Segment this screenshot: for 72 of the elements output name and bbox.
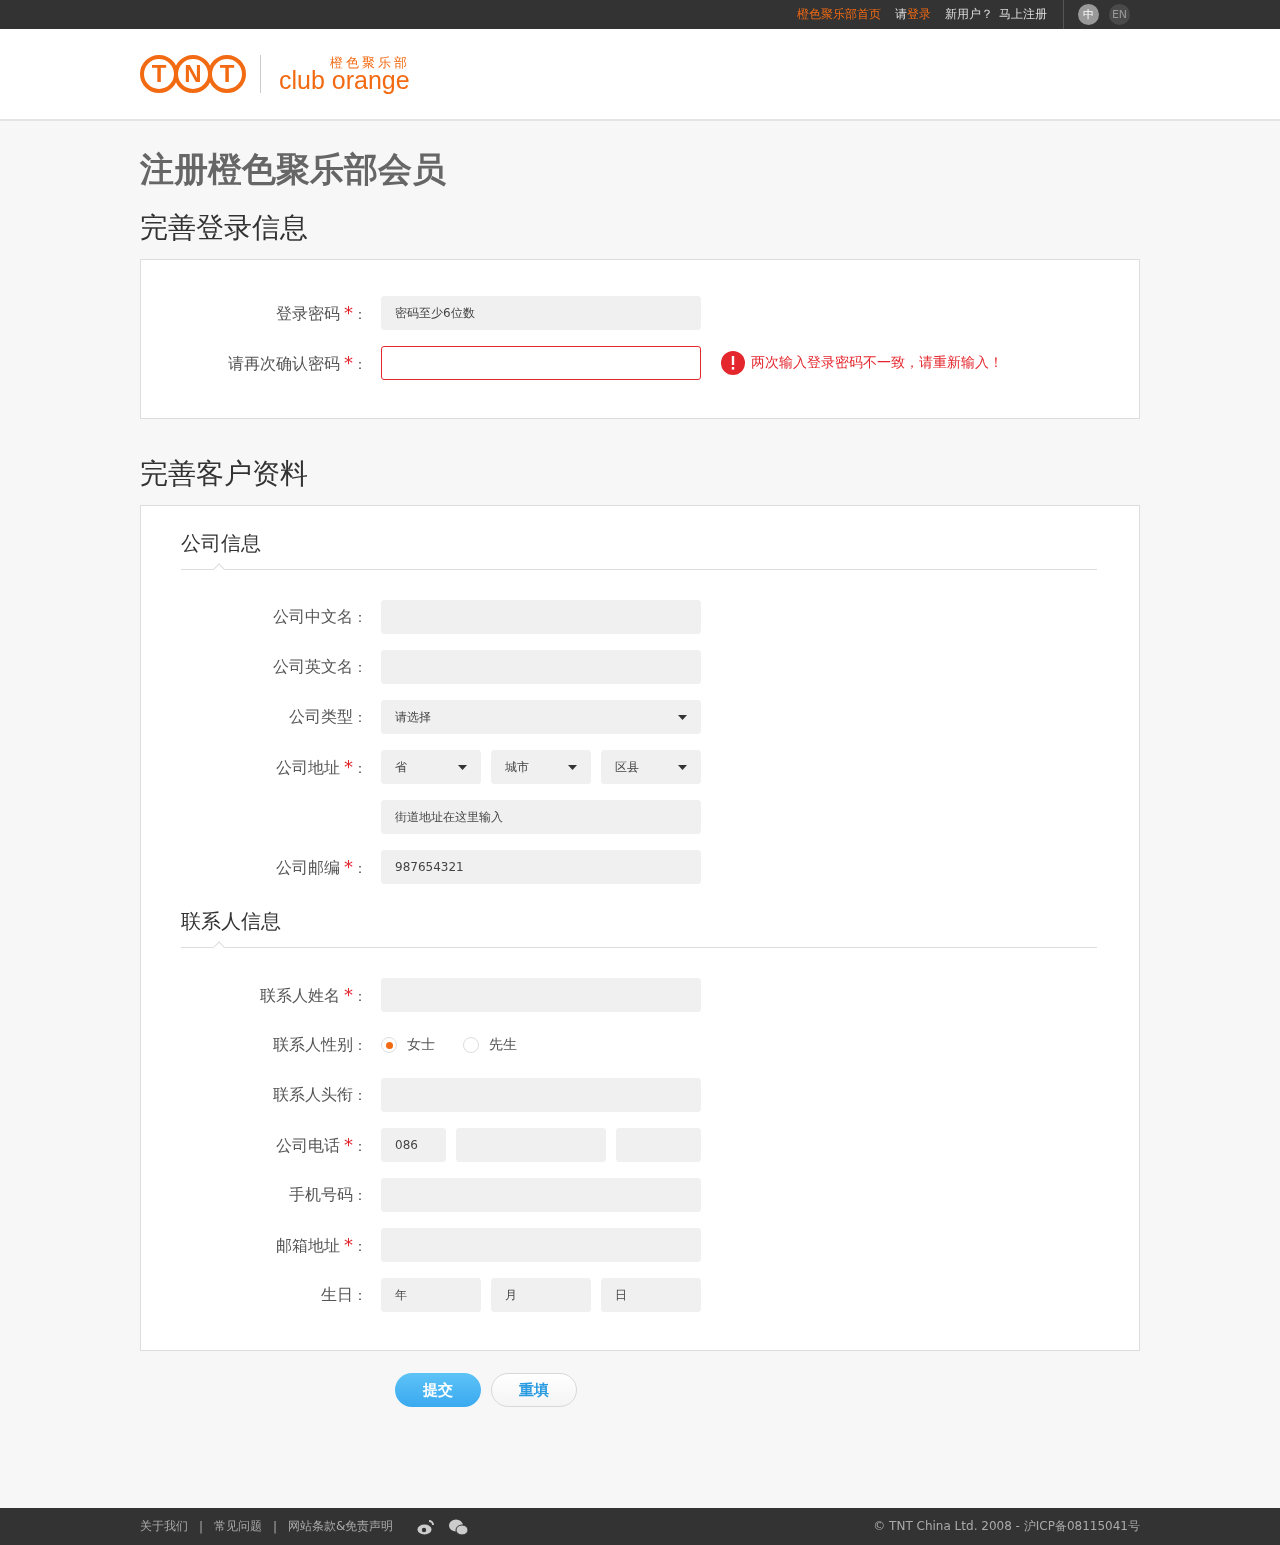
field-label: 生日 [321,1284,353,1306]
label-colon: ： [353,1086,367,1105]
group-title: 公司信息 [181,530,262,557]
label-colon: ： [353,987,367,1006]
club-name-chinese: 橙色聚乐部 [329,55,410,69]
caret-icon [568,764,577,770]
reset-button[interactable]: 重填 [491,1373,577,1407]
label-colon: ： [353,355,367,374]
field-label: 公司地址 [276,757,340,779]
home-link[interactable]: 橙色聚乐部首页 [797,6,881,23]
label-colon: ： [353,1137,367,1156]
logo-letter: N [174,55,212,93]
radio-label[interactable]: 先生 [489,1036,517,1054]
field-label: 手机号码 [289,1184,353,1206]
login-link[interactable]: 登录 [907,6,931,23]
required-mark: * [344,855,353,877]
select-field[interactable]: 省 [381,750,481,784]
language-button[interactable]: EN [1109,4,1130,25]
register-link[interactable]: 马上注册 [999,6,1047,23]
label-colon: ： [353,658,367,677]
select-field[interactable]: 区县 [601,750,701,784]
label-colon: ： [353,305,367,324]
error-message: 两次输入登录密码不一致，请重新输入！ [751,354,1003,372]
wechat-icon[interactable] [449,1518,469,1535]
logo-letter: T [208,55,246,93]
separator: | [273,1519,278,1534]
field-label: 联系人姓名 [260,985,340,1007]
label-colon: ： [353,1286,367,1305]
field-label: 邮箱地址 [276,1235,340,1257]
field-label: 登录密码 [276,303,340,325]
login-prompt: 请 [895,6,907,23]
field-label: 公司英文名 [273,656,353,678]
label-colon: ： [353,608,367,627]
required-mark: * [344,1233,353,1255]
select-field[interactable]: 城市 [491,750,591,784]
caret-icon [678,714,687,720]
footer-link[interactable]: 网站条款&免责声明 [288,1518,394,1535]
logo-letter: T [140,55,178,93]
required-mark: * [344,1133,353,1155]
label-colon: ： [353,708,367,727]
input-field[interactable] [381,346,701,380]
group-title: 联系人信息 [181,908,282,935]
section-title: 完善登录信息 [140,210,309,246]
required-mark: * [344,983,353,1005]
radio-label[interactable]: 女士 [407,1036,435,1054]
field-label: 联系人头衔 [273,1084,353,1106]
field-label: 公司电话 [276,1135,340,1157]
footer-link[interactable]: 常见问题 [214,1518,263,1535]
select-field[interactable]: 请选择 [381,700,701,734]
section-title: 完善客户资料 [140,456,309,492]
caret-icon [458,764,467,770]
label-colon: ： [353,1036,367,1055]
label-colon: ： [353,759,367,778]
copyright-text: © TNT China Ltd. 2008 - 沪ICP备08115041号 [873,1518,1140,1535]
field-label: 联系人性别 [273,1034,353,1056]
error-icon [721,351,745,375]
required-mark: * [344,301,353,323]
field-label: 公司中文名 [273,606,353,628]
page-title: 注册橙色聚乐部会员 [140,148,447,191]
required-mark: * [344,351,353,373]
required-mark: * [344,755,353,777]
field-label: 公司邮编 [276,857,340,879]
separator: | [199,1519,204,1534]
footer-link[interactable]: 关于我们 [140,1518,188,1535]
field-label: 请再次确认密码 [228,353,340,375]
label-colon: ： [353,1237,367,1256]
new-user-text: 新用户？ [945,6,993,23]
weibo-icon[interactable] [417,1518,436,1535]
caret-icon [678,764,687,770]
field-label: 公司类型 [289,706,353,728]
label-colon: ： [353,1186,367,1205]
label-colon: ： [353,859,367,878]
